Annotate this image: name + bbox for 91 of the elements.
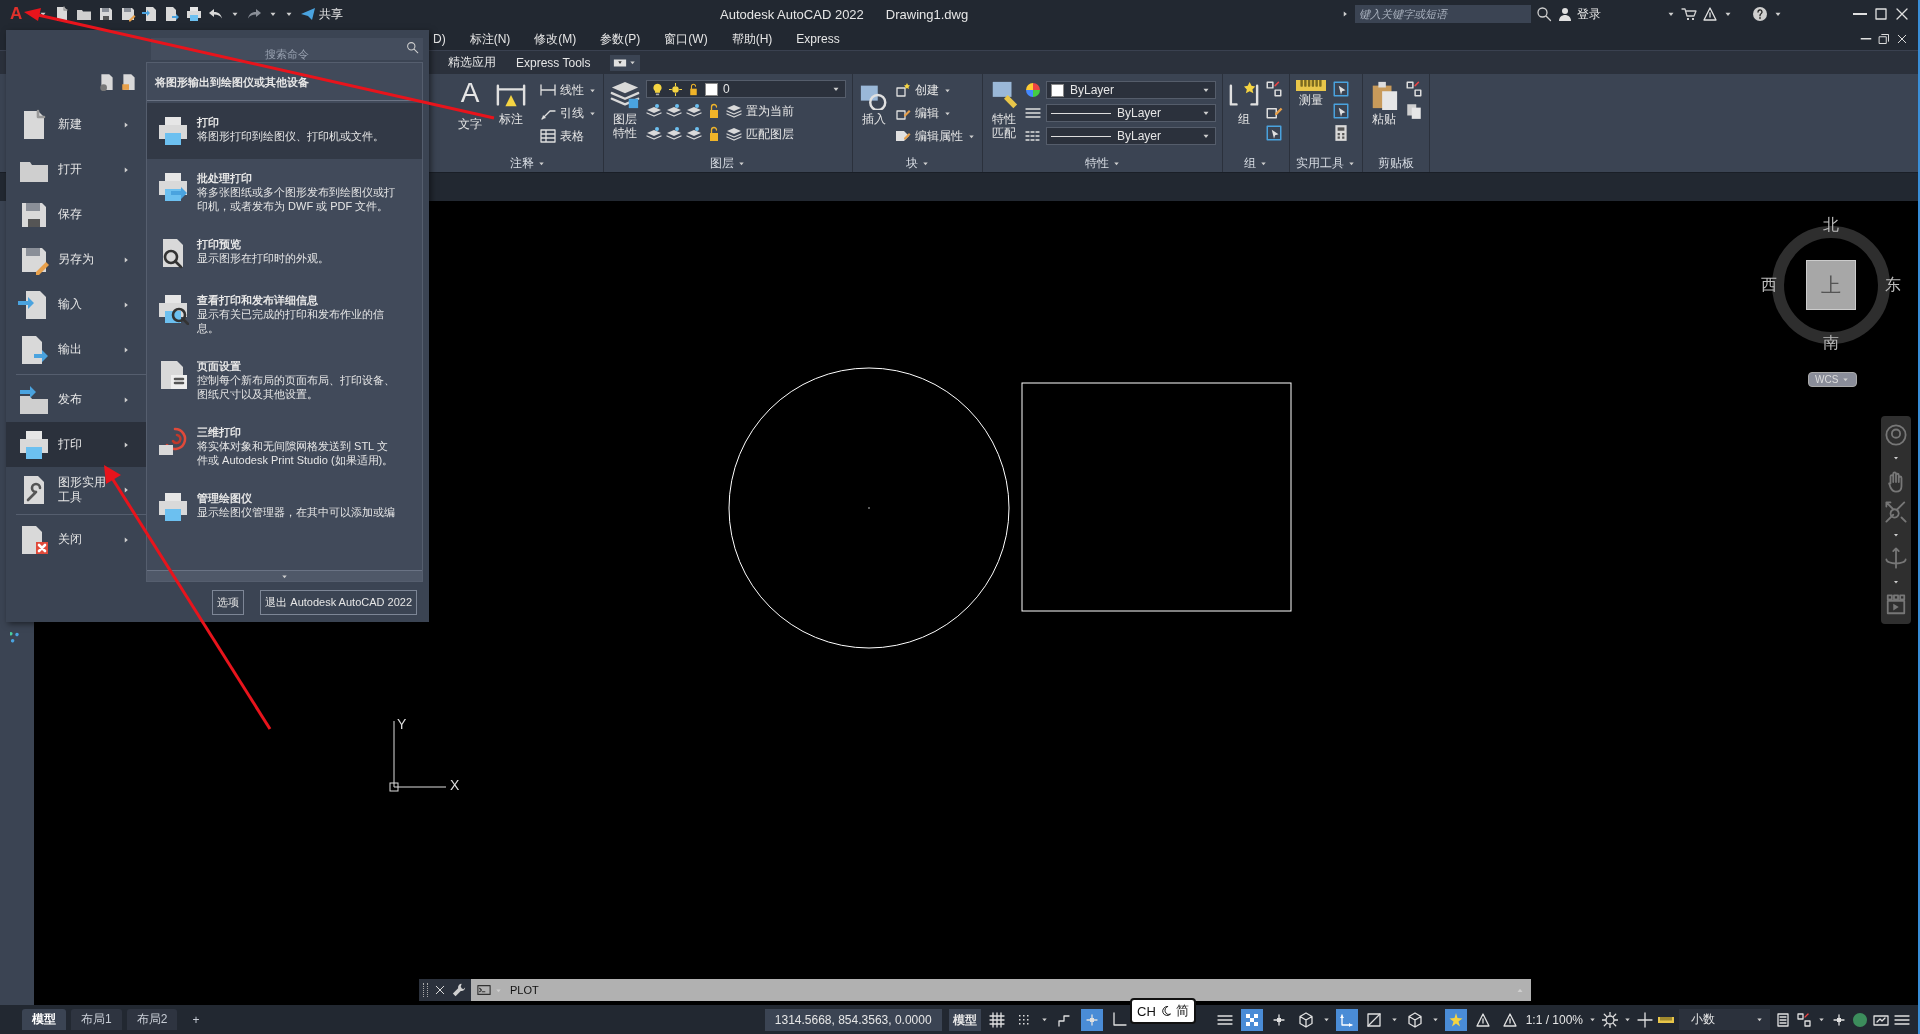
menu-item[interactable]: 输出	[6, 327, 146, 372]
app-title: Autodesk AutoCAD 2022	[720, 6, 864, 22]
entry-description: 将实体对象和无间隙网格发送到 STL 文件或 Autodesk Print Studio (如果适用)。	[197, 439, 395, 467]
search-field[interactable]: 键入关键字或短语	[1355, 5, 1531, 23]
ribbon-tab[interactable]: 精选应用	[448, 54, 496, 71]
compass-direction[interactable]: 西	[1761, 277, 1777, 293]
ribbon-button[interactable]: 标注	[496, 78, 526, 154]
menu-item[interactable]: Express	[787, 32, 849, 46]
ribbon-button[interactable]: 插入	[859, 78, 889, 154]
ribbon-button[interactable]: 图层特性	[610, 78, 640, 154]
compass-direction[interactable]: 南	[1823, 335, 1839, 351]
axis-label: X	[450, 777, 460, 793]
entry-title: 管理绘图仪	[197, 491, 253, 505]
menu-entry[interactable]: 页面设置 控制每个新布局的页面布局、打印设备、图纸尺寸以及其他设置。	[147, 347, 422, 413]
entry-description: 显示绘图仪管理器，在其中可以添加或编	[197, 505, 396, 519]
menu-item[interactable]: 修改(M)	[525, 30, 586, 48]
entry-description: 将多张图纸或多个图形发布到绘图仪或打印机，或者发布为 DWF 或 PDF 文件。	[197, 185, 396, 213]
ribbon-small-button[interactable]: 线性	[540, 80, 597, 100]
menu-item[interactable]: 标注(N)	[460, 30, 520, 48]
sign-in-button[interactable]: 登录	[1557, 5, 1601, 23]
axis-label: Y	[397, 716, 407, 732]
compass-direction[interactable]: 东	[1885, 277, 1901, 293]
add-layout-tab[interactable]: +	[182, 1010, 210, 1029]
units-dropdown[interactable]: 小数	[1679, 1009, 1770, 1030]
entry-title: 打印	[197, 115, 220, 129]
ribbon-button[interactable]: 粘贴	[1369, 78, 1399, 154]
menu-item[interactable]: 帮助(H)	[722, 30, 782, 48]
ribbon-small-button[interactable]: 表格	[540, 126, 597, 146]
entry-title: 打印预览	[197, 237, 242, 251]
panel-title[interactable]: 剪贴板	[1378, 154, 1414, 172]
annotation-scale[interactable]: 1:1 / 100%	[1525, 1012, 1583, 1027]
menu-item[interactable]: 参数(P)	[591, 30, 650, 48]
menu-entry[interactable]: 打印 将图形打印到绘图仪、打印机或文件。	[147, 103, 422, 159]
ribbon-small-button[interactable]: 引线	[540, 103, 597, 123]
menu-button[interactable]: 退出 Autodesk AutoCAD 2022	[260, 589, 417, 615]
menu-entry[interactable]: 三维打印 将实体对象和无间隙网格发送到 STL 文件或 Autodesk Print Studio (如果适用)。	[147, 413, 422, 479]
file-name: Drawing1.dwg	[885, 6, 970, 22]
entry-description: 将图形打印到绘图仪、打印机或文件。	[197, 129, 385, 143]
ribbon-small-button[interactable]: 匹配图层	[726, 124, 794, 144]
share-button[interactable]: 共享	[300, 5, 344, 23]
property-dropdown[interactable]: ByLayer	[1046, 104, 1216, 122]
model-space-button[interactable]: 模型	[948, 1008, 981, 1031]
menu-item[interactable]: 窗口(W)	[655, 30, 717, 48]
ribbon-button[interactable]: A 文字	[458, 78, 482, 154]
property-dropdown[interactable]: ByLayer	[1046, 127, 1216, 145]
entry-description: 显示图形在打印时的外观。	[197, 251, 330, 265]
panel-title[interactable]: 实用工具	[1296, 154, 1344, 172]
menu-item[interactable]: 新建	[6, 102, 146, 147]
menu-item[interactable]: 输入	[6, 282, 146, 327]
ribbon-button[interactable]: 组	[1229, 78, 1259, 154]
entry-title: 查看打印和发布详细信息	[197, 293, 319, 307]
property-dropdown[interactable]: ByLayer	[1046, 81, 1216, 99]
layer-dropdown[interactable]: 0	[646, 80, 846, 98]
menu-entry[interactable]: 打印预览 显示图形在打印时的外观。	[147, 225, 422, 281]
compass-direction[interactable]: 北	[1823, 217, 1839, 233]
menu-entry[interactable]: 批处理打印 将多张图纸或多个图形发布到绘图仪或打印机，或者发布为 DWF 或 PDF 文件。	[147, 159, 422, 225]
ribbon-button[interactable]: 测量	[1296, 78, 1326, 154]
ime-tooltip[interactable]: CH 简	[1130, 998, 1196, 1024]
panel-title[interactable]: 特性	[1084, 154, 1109, 172]
panel-heading: 将图形输出到绘图仪或其他设备	[147, 63, 414, 101]
ime-mode: CH	[1137, 1003, 1156, 1019]
menu-item[interactable]: 另存为	[6, 237, 146, 282]
menu-button[interactable]: 选项	[212, 589, 245, 615]
entry-title: 页面设置	[197, 359, 242, 373]
command-search-field[interactable]: 搜索命令	[151, 38, 423, 60]
ribbon-button[interactable]: 特性匹配	[989, 78, 1019, 154]
panel-title[interactable]: 组	[1244, 154, 1256, 172]
menu-item[interactable]: 打印	[6, 422, 146, 467]
menu-item[interactable]: 打开	[6, 147, 146, 192]
layout-tab[interactable]: 布局1	[71, 1009, 122, 1030]
menu-entry[interactable]: 管理绘图仪 显示绘图仪管理器，在其中可以添加或编	[147, 479, 422, 535]
layout-tab[interactable]: 布局2	[126, 1009, 178, 1030]
menu-item[interactable]: 保存	[6, 192, 146, 237]
ribbon-tab[interactable]: Express Tools	[516, 55, 591, 70]
menu-item[interactable]: 关闭	[6, 517, 146, 562]
entry-title: 批处理打印	[197, 171, 253, 185]
panel-title[interactable]: 图层	[710, 154, 734, 172]
ribbon-small-button[interactable]: 置为当前	[726, 101, 794, 121]
entry-description: 控制每个新布局的页面布局、打印设备、图纸尺寸以及其他设置。	[197, 373, 396, 401]
menu-item[interactable]: 发布	[6, 377, 146, 422]
panel-title[interactable]: 块	[905, 154, 918, 172]
entry-title: 三维打印	[197, 425, 242, 439]
ribbon-small-button[interactable]: 编辑属性	[895, 126, 976, 146]
layout-tab[interactable]: 模型	[22, 1009, 66, 1030]
panel-title[interactable]: 注释	[509, 154, 534, 172]
ime-script: 简	[1175, 1002, 1189, 1020]
ribbon-small-button[interactable]: 编辑	[895, 103, 976, 123]
menu-entry[interactable]: 查看打印和发布详细信息 显示有关已完成的打印和发布作业的信息。	[147, 281, 422, 347]
entry-description: 显示有关已完成的打印和发布作业的信息。	[197, 307, 385, 335]
coordinates-readout[interactable]: 1314.5668, 854.3563, 0.0000	[764, 1008, 942, 1031]
ribbon-small-button[interactable]: 创建	[895, 80, 976, 100]
